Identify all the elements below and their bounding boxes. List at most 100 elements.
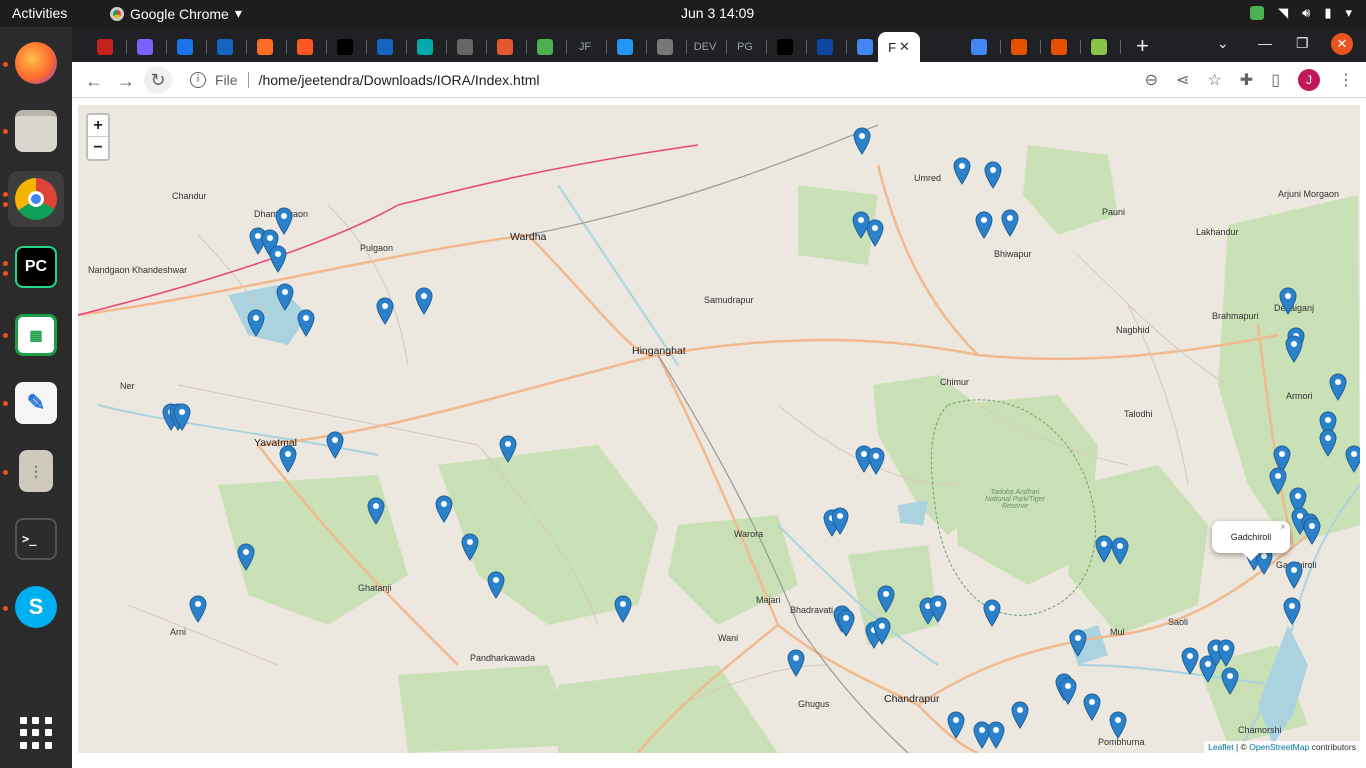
- browser-tab[interactable]: [486, 32, 524, 62]
- back-button[interactable]: ←: [82, 69, 106, 93]
- browser-tab[interactable]: [286, 32, 324, 62]
- popup-close-button[interactable]: ×: [1280, 522, 1286, 533]
- forward-button[interactable]: →: [114, 69, 138, 93]
- dock-terminal[interactable]: >_: [8, 511, 64, 567]
- map-marker-icon[interactable]: [269, 245, 287, 273]
- show-applications-icon[interactable]: [20, 717, 52, 749]
- close-window-button[interactable]: ✕: [1331, 33, 1353, 55]
- map-marker-icon[interactable]: [787, 649, 805, 677]
- browser-tab[interactable]: [126, 32, 164, 62]
- map-marker-icon[interactable]: [1303, 517, 1321, 545]
- browser-tab[interactable]: JF: [566, 32, 604, 62]
- map-marker-icon[interactable]: [435, 495, 453, 523]
- browser-tab[interactable]: [366, 32, 404, 62]
- app-menu[interactable]: Google Chrome ▾: [110, 5, 242, 22]
- browser-tab[interactable]: [606, 32, 644, 62]
- maximize-button[interactable]: ❐: [1296, 35, 1309, 52]
- new-tab-button[interactable]: +: [1136, 33, 1149, 59]
- map-marker-icon[interactable]: [975, 211, 993, 239]
- map-marker-icon[interactable]: [297, 309, 315, 337]
- map-marker-icon[interactable]: [1083, 693, 1101, 721]
- map-marker-icon[interactable]: [415, 287, 433, 315]
- dock-chrome[interactable]: [8, 171, 64, 227]
- map-marker-icon[interactable]: [376, 297, 394, 325]
- map-marker-icon[interactable]: [984, 161, 1002, 189]
- browser-tab[interactable]: [526, 32, 564, 62]
- browser-tab[interactable]: [766, 32, 804, 62]
- close-tab-icon[interactable]: ✕: [899, 39, 910, 55]
- browser-tab[interactable]: [446, 32, 484, 62]
- map-marker-icon[interactable]: [1059, 677, 1077, 705]
- active-tab[interactable]: F ✕: [878, 32, 920, 62]
- browser-tab[interactable]: [960, 32, 998, 62]
- zoom-in-button[interactable]: +: [88, 115, 108, 137]
- map-marker-icon[interactable]: [1285, 335, 1303, 363]
- browser-tab[interactable]: DEV: [686, 32, 724, 62]
- map-marker-icon[interactable]: [1221, 667, 1239, 695]
- bookmark-star-icon[interactable]: ☆: [1207, 70, 1221, 90]
- map-marker-icon[interactable]: [873, 617, 891, 645]
- map-marker-icon[interactable]: [867, 447, 885, 475]
- browser-tab[interactable]: [646, 32, 684, 62]
- browser-tab[interactable]: [1080, 32, 1118, 62]
- map-marker-icon[interactable]: [487, 571, 505, 599]
- dock-files[interactable]: [8, 103, 64, 159]
- clock[interactable]: Jun 3 14:09: [681, 5, 754, 21]
- reload-button[interactable]: ↻: [144, 66, 172, 94]
- map-marker-icon[interactable]: [983, 599, 1001, 627]
- dock-pycharm[interactable]: PC: [8, 239, 64, 295]
- map-marker-icon[interactable]: [1345, 445, 1360, 473]
- map-marker-icon[interactable]: [189, 595, 207, 623]
- map-marker-icon[interactable]: [276, 283, 294, 311]
- zoom-out-button[interactable]: −: [88, 137, 108, 159]
- url-text[interactable]: /home/jeetendra/Downloads/IORA/Index.htm…: [259, 72, 540, 88]
- update-icon[interactable]: [1250, 6, 1265, 20]
- map-marker-icon[interactable]: [1011, 701, 1029, 729]
- map-marker-icon[interactable]: [831, 507, 849, 535]
- osm-link[interactable]: OpenStreetMap: [1249, 742, 1309, 752]
- browser-tab[interactable]: [86, 32, 124, 62]
- map-marker-icon[interactable]: [929, 595, 947, 623]
- map-marker-icon[interactable]: [853, 127, 871, 155]
- profile-avatar[interactable]: J: [1298, 69, 1320, 91]
- map-marker-icon[interactable]: [866, 219, 884, 247]
- map-marker-icon[interactable]: [877, 585, 895, 613]
- map-marker-icon[interactable]: [987, 721, 1005, 749]
- minimize-button[interactable]: —: [1258, 35, 1272, 51]
- browser-tab[interactable]: [1000, 32, 1038, 62]
- map-marker-icon[interactable]: [461, 533, 479, 561]
- browser-tab[interactable]: [1040, 32, 1078, 62]
- map-marker-icon[interactable]: [1329, 373, 1347, 401]
- map-marker-icon[interactable]: [947, 711, 965, 739]
- map-marker-icon[interactable]: [1109, 711, 1127, 739]
- map-marker-icon[interactable]: [953, 157, 971, 185]
- map-marker-icon[interactable]: [367, 497, 385, 525]
- map-marker-icon[interactable]: [1279, 287, 1297, 315]
- leaflet-link[interactable]: Leaflet: [1208, 742, 1234, 752]
- map-marker-icon[interactable]: [1269, 467, 1287, 495]
- map-marker-icon[interactable]: [173, 403, 191, 431]
- map-marker-icon[interactable]: [326, 431, 344, 459]
- system-tray[interactable]: ◥ 🔊︎ ▮ ▾: [1250, 5, 1352, 21]
- map-marker-icon[interactable]: [1285, 561, 1303, 589]
- share-icon[interactable]: ⋖: [1176, 70, 1189, 90]
- extensions-icon[interactable]: ✚: [1240, 70, 1253, 90]
- map-marker-icon[interactable]: [499, 435, 517, 463]
- info-icon[interactable]: i: [190, 72, 206, 88]
- activities-button[interactable]: Activities: [12, 5, 67, 21]
- browser-tab[interactable]: [806, 32, 844, 62]
- browser-tab[interactable]: [406, 32, 444, 62]
- dock-text-editor[interactable]: ✎: [8, 375, 64, 431]
- dock-skype[interactable]: S: [8, 579, 64, 635]
- map-marker-icon[interactable]: [837, 609, 855, 637]
- address-bar[interactable]: i File /home/jeetendra/Downloads/IORA/In…: [180, 66, 1226, 94]
- map-marker-icon[interactable]: [1181, 647, 1199, 675]
- dock-calc[interactable]: ▦: [8, 307, 64, 363]
- map-marker-icon[interactable]: [237, 543, 255, 571]
- dock-archive[interactable]: ⋮: [8, 443, 64, 499]
- browser-tab[interactable]: [246, 32, 284, 62]
- browser-tab[interactable]: [206, 32, 244, 62]
- browser-tab[interactable]: PG: [726, 32, 764, 62]
- map-marker-icon[interactable]: [1319, 429, 1337, 457]
- map-marker-icon[interactable]: [279, 445, 297, 473]
